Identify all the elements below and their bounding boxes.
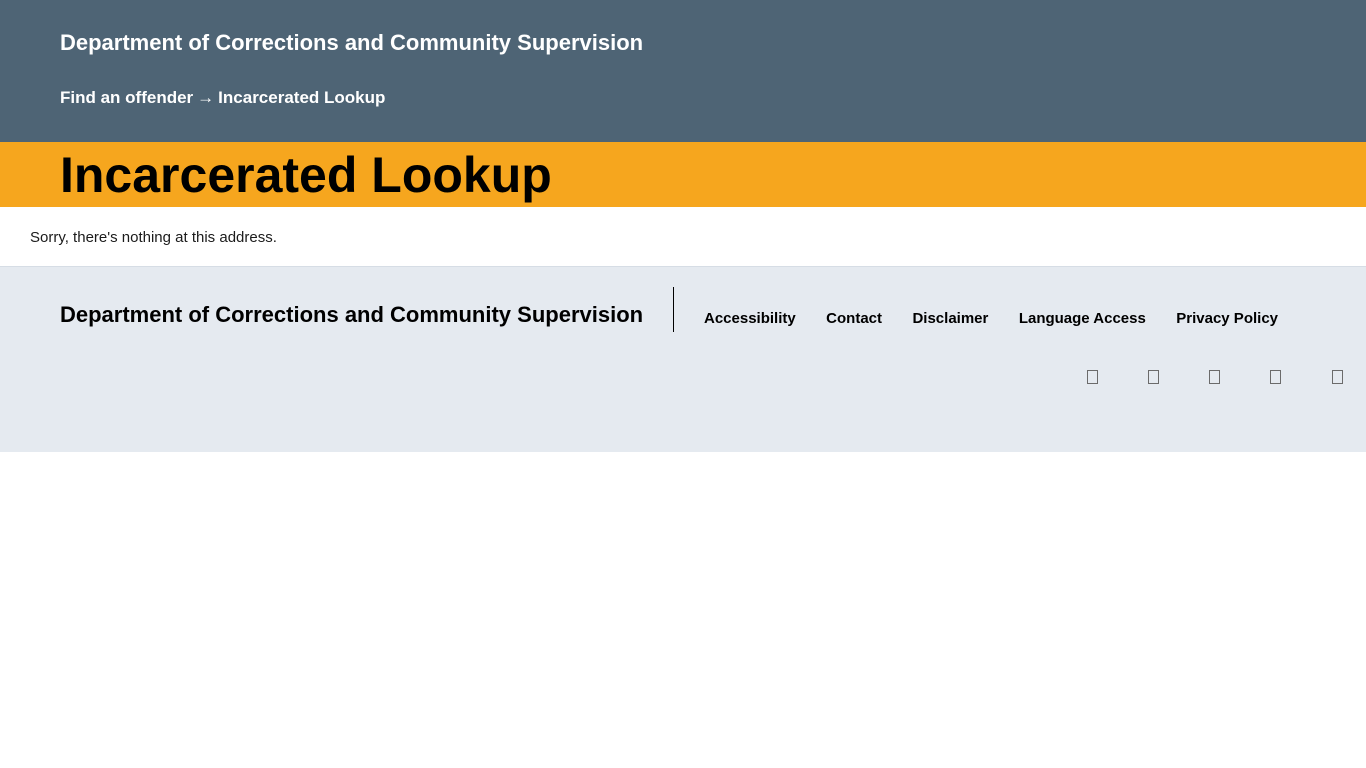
not-found-message: Sorry, there's nothing at this address. (30, 229, 277, 246)
site-header: Department of Corrections and Community … (0, 0, 1366, 142)
social-links (0, 370, 1366, 390)
footer-link-privacy-policy[interactable]: Privacy Policy (1176, 310, 1278, 328)
social-icon-1[interactable] (1087, 370, 1098, 384)
social-icon-4[interactable] (1270, 370, 1281, 384)
social-icon-5[interactable] (1332, 370, 1343, 384)
breadcrumb-separator-icon: → (197, 88, 215, 107)
main-content: Sorry, there's nothing at this address. (0, 207, 1366, 266)
site-title-link[interactable]: Department of Corrections and Community … (60, 30, 643, 56)
breadcrumb-parent-link[interactable]: Find an offender (60, 88, 193, 107)
social-icon-3[interactable] (1209, 370, 1220, 384)
footer-link-accessibility[interactable]: Accessibility (704, 310, 796, 328)
page-title-band: Incarcerated Lookup (0, 142, 1366, 207)
footer-link-disclaimer[interactable]: Disclaimer (912, 310, 988, 328)
footer-divider (673, 287, 674, 332)
breadcrumb-current: Incarcerated Lookup (218, 88, 386, 107)
footer-link-contact[interactable]: Contact (826, 310, 882, 328)
footer-link-language-access[interactable]: Language Access (1019, 310, 1146, 328)
footer-title: Department of Corrections and Community … (60, 302, 644, 327)
page-title: Incarcerated Lookup (60, 147, 552, 203)
breadcrumb: Find an offender → Incarcerated Lookup (60, 88, 385, 108)
footer-links: Accessibility Contact Disclaimer Languag… (704, 310, 1278, 330)
social-icon-2[interactable] (1148, 370, 1159, 384)
site-footer: Department of Corrections and Community … (0, 266, 1366, 452)
